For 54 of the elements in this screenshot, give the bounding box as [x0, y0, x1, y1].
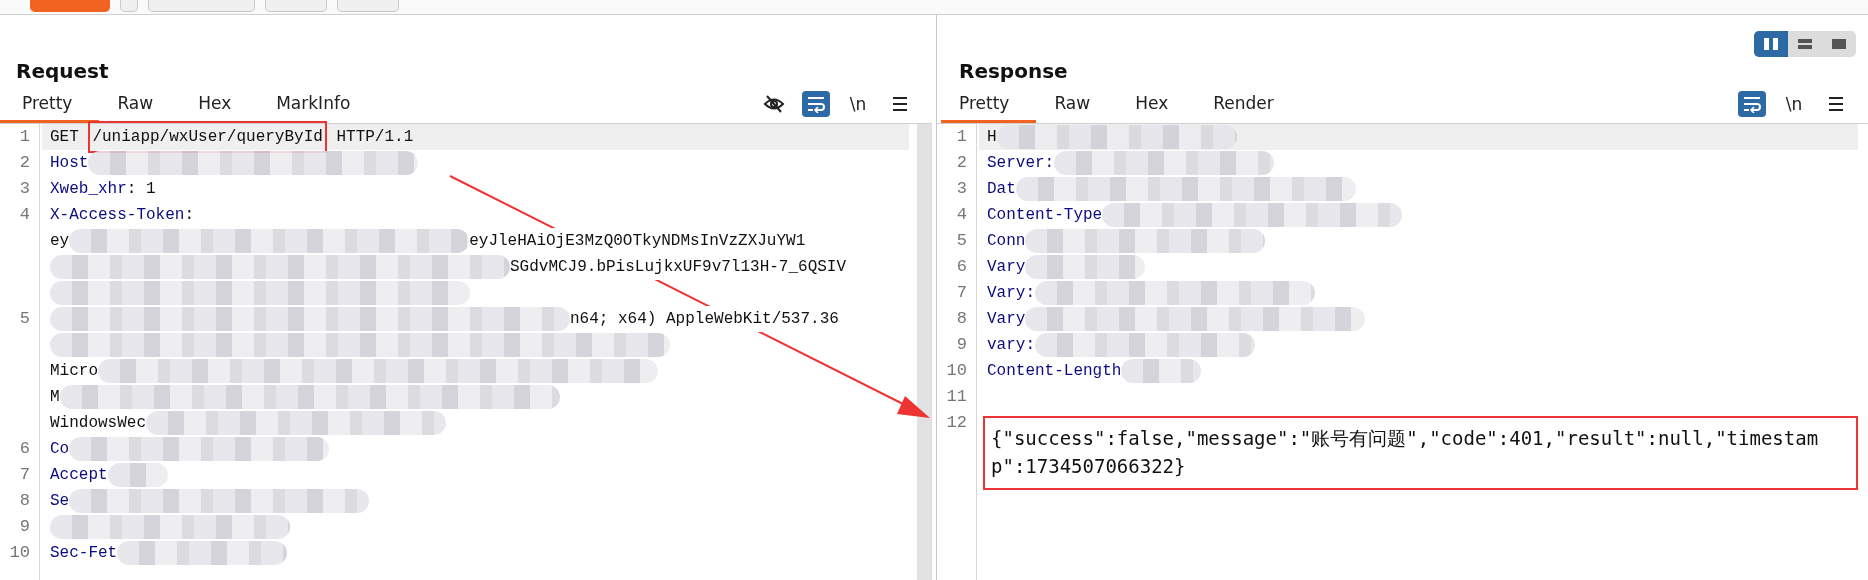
line-number: 6 [19, 439, 30, 458]
tab[interactable]: Raw [99, 85, 181, 123]
line-number: 2 [19, 153, 30, 172]
line-number: 5 [19, 309, 30, 328]
line-number: 1 [956, 127, 967, 146]
code-text: n64; x64) AppleWebKit/537.36 [570, 306, 839, 332]
tab[interactable]: MarkInfo [258, 85, 378, 123]
response-body: {"success":false,"message":"账号有问题","code":401,"result":null,"timestamp":1734507066322} [991, 426, 1820, 479]
menu-icon [1827, 96, 1845, 112]
line-number: 5 [956, 231, 967, 250]
tab[interactable]: Hex [1117, 85, 1196, 123]
line-number: 10 [946, 361, 967, 380]
line-number: 11 [946, 387, 967, 406]
wrap-button[interactable] [1738, 91, 1766, 117]
tab[interactable]: Hex [180, 85, 259, 123]
scrollbar[interactable] [917, 124, 931, 580]
pane-title: Request [15, 58, 110, 85]
line-number: 8 [956, 309, 967, 328]
eye-slash-icon [763, 93, 785, 115]
menu-icon [891, 96, 909, 112]
newline-button[interactable]: \n [1780, 91, 1808, 117]
line-number: 9 [956, 335, 967, 354]
line-number: 7 [956, 283, 967, 302]
newline-button[interactable]: \n [844, 91, 872, 117]
code-text: SGdvMCJ9.bPisLujkxUF9v7l13H-7_6QSIV [510, 254, 847, 280]
columns-layout-button[interactable] [1754, 31, 1788, 57]
line-number: 8 [19, 491, 30, 510]
line-number: 3 [956, 179, 967, 198]
code-text: GET [50, 127, 80, 148]
line-number: 9 [19, 517, 30, 536]
line-number: 4 [19, 205, 30, 224]
line-number: 10 [9, 543, 30, 562]
wrap-icon [806, 95, 826, 113]
wrap-button[interactable] [802, 91, 830, 117]
line-number: 1 [19, 127, 30, 146]
code-text: HTTP/1.1 [335, 127, 414, 148]
columns-icon [1762, 36, 1780, 52]
code-text: eyJleHAiOjE3MzQ0OTkyNDMsInVzZXJuYW1 [469, 228, 806, 254]
code-text: H [987, 127, 997, 148]
line-number: 12 [946, 413, 967, 432]
line-number: 2 [956, 153, 967, 172]
tab[interactable]: Raw [1036, 85, 1118, 123]
pane-title: Response [958, 58, 1069, 85]
line-number: 6 [956, 257, 967, 276]
tab[interactable]: Render [1195, 85, 1301, 123]
redacted-block [107, 463, 168, 487]
code-text: /uniapp/wxUser/queryById [92, 128, 323, 146]
line-number: 7 [19, 465, 30, 484]
editor-area[interactable]: 1 H 2 Server: 3 Dat 4 Content-Type 5 Conn 6 Vary 7 Vary: 8 Vary 9 vary: 10 Content-Length 11 12 {"success":false,"message":"账号有问题","code":401,"result":null,"timestamp":1734507066322} [937, 124, 1868, 580]
rows-icon [1796, 36, 1814, 52]
wrap-icon [1742, 95, 1762, 113]
line-number: 3 [19, 179, 30, 198]
line-number: 4 [956, 205, 967, 224]
square-icon [1830, 36, 1848, 52]
